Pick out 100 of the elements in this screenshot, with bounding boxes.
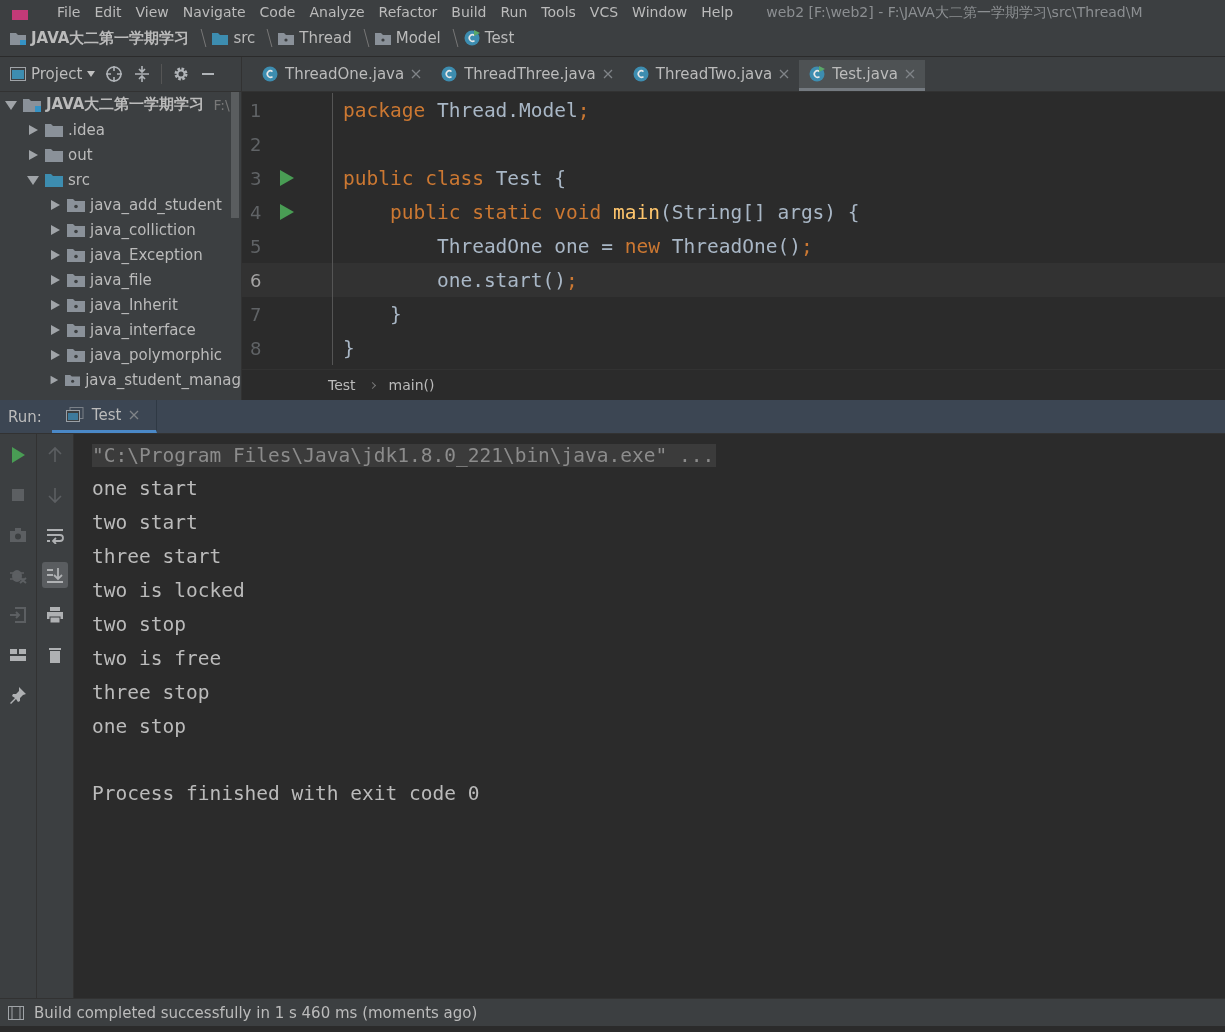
panel-toggle-icon[interactable] xyxy=(8,1005,24,1020)
menu-item[interactable]: Build xyxy=(444,4,494,20)
console-output: one stop xyxy=(92,714,187,740)
editor-tab[interactable]: ThreadTwo.java xyxy=(622,60,800,91)
console-output: three stop xyxy=(92,680,211,706)
tree-item[interactable]: java_colliction xyxy=(90,220,196,239)
tree-item[interactable]: java_student_manag xyxy=(85,370,241,389)
folder-icon xyxy=(45,172,63,187)
class-icon xyxy=(441,66,458,82)
folder-icon xyxy=(212,31,229,45)
editor-tab[interactable]: Test.java xyxy=(799,60,926,91)
line-number: 1 xyxy=(249,99,263,121)
expand-arrow-icon[interactable] xyxy=(48,198,62,211)
folder-icon xyxy=(23,97,41,112)
run-label: Run: xyxy=(7,407,43,426)
close-icon[interactable] xyxy=(129,410,140,420)
window-title: web2 [F:\web2] - F:\JAVA大二第一学期学习\src\Thread\M xyxy=(766,4,1143,20)
console-command: "C:\Program Files\Java\jdk1.8.0_221\bin\java.exe" ... xyxy=(92,443,717,467)
class-icon xyxy=(809,66,826,82)
breadcrumb-item[interactable]: JAVA大二第一学期学习 xyxy=(10,28,190,48)
close-icon[interactable] xyxy=(602,69,613,79)
expand-arrow-icon[interactable] xyxy=(48,373,60,386)
expand-arrow-icon[interactable] xyxy=(26,123,40,136)
expand-arrow-icon[interactable] xyxy=(26,173,40,186)
folder-icon xyxy=(67,197,85,212)
tree-item[interactable]: src xyxy=(68,170,90,189)
tree-item[interactable]: java_interface xyxy=(90,320,196,339)
line-number: 5 xyxy=(249,235,263,257)
tree-item[interactable]: JAVA大二第一学期学习 xyxy=(46,95,205,114)
menu-item[interactable]: Window xyxy=(625,4,695,20)
code-text: package Thread.Model; xyxy=(343,98,590,122)
menu-item[interactable]: Analyze xyxy=(302,4,372,20)
console-icon xyxy=(65,407,84,423)
close-icon[interactable] xyxy=(411,69,422,79)
folder-icon xyxy=(67,297,85,312)
folder-icon xyxy=(45,122,63,137)
expand-arrow-icon[interactable] xyxy=(48,248,62,261)
expand-arrow-icon[interactable] xyxy=(48,223,62,236)
tree-item[interactable]: java_Exception xyxy=(90,245,203,264)
tree-item[interactable]: java_file xyxy=(90,270,152,289)
menu-item[interactable]: Edit xyxy=(87,4,129,20)
console-output: two is locked xyxy=(92,578,246,604)
editor-tab[interactable]: ThreadThree.java xyxy=(431,60,623,91)
expand-arrow-icon[interactable] xyxy=(48,298,62,311)
expand-arrow-icon[interactable] xyxy=(4,98,18,111)
breadcrumb-item[interactable]: Model xyxy=(374,29,441,47)
folder-icon xyxy=(67,322,85,337)
breadcrumb-item[interactable]: Test xyxy=(463,29,515,47)
code-text: one.start(); xyxy=(435,268,578,292)
menu-item[interactable]: View xyxy=(128,4,176,20)
scroll-end-icon[interactable] xyxy=(42,562,68,588)
breadcrumb-item[interactable]: src xyxy=(212,29,256,47)
menu-item[interactable]: Navigate xyxy=(175,4,253,20)
line-number: 2 xyxy=(249,133,263,155)
project-path: F:\ xyxy=(213,96,230,113)
expand-arrow-icon[interactable] xyxy=(26,148,40,161)
tree-item[interactable]: java_Inherit xyxy=(90,295,178,314)
breadcrumb-item[interactable]: Thread xyxy=(278,29,352,47)
menu-item[interactable]: VCS xyxy=(582,4,626,20)
menu-item[interactable]: Help xyxy=(694,4,741,20)
folder-icon xyxy=(64,372,81,387)
menu-item[interactable]: Tools xyxy=(534,4,583,20)
caret-icon xyxy=(87,71,96,77)
tree-item[interactable]: java_polymorphic xyxy=(90,345,223,364)
line-number: 3 xyxy=(249,167,263,189)
console-output: two is free xyxy=(92,646,223,672)
run-icon[interactable] xyxy=(280,204,294,220)
folder-icon xyxy=(67,347,85,362)
code-text: } xyxy=(388,302,402,326)
breadcrumb-item[interactable]: Test xyxy=(328,377,356,393)
window-icon xyxy=(10,67,26,81)
expand-arrow-icon[interactable] xyxy=(48,323,62,336)
scrollbar-thumb[interactable] xyxy=(231,92,239,218)
close-icon[interactable] xyxy=(779,69,790,79)
tree-item[interactable]: .idea xyxy=(68,120,105,139)
tree-item[interactable]: out xyxy=(68,145,93,164)
code-text: public class Test { xyxy=(343,166,567,190)
editor-tab[interactable]: ThreadOne.java xyxy=(252,60,432,91)
expand-arrow-icon[interactable] xyxy=(48,273,62,286)
menu-item[interactable]: File xyxy=(50,4,88,20)
status-message: Build completed successfully in 1 s 460 ms (moments ago) xyxy=(34,1003,478,1022)
console-output: three start xyxy=(92,544,223,570)
folder-icon xyxy=(67,247,85,262)
project-view-dropdown[interactable]: Project xyxy=(10,65,96,83)
code-text: public static void main(String[] args) { xyxy=(388,200,860,224)
breadcrumb-item[interactable]: main() xyxy=(388,377,435,393)
line-number: 7 xyxy=(249,303,263,325)
code-text: } xyxy=(343,336,355,360)
run-tab[interactable]: Test xyxy=(51,400,157,433)
target-icon[interactable] xyxy=(105,65,124,83)
collapse-icon[interactable] xyxy=(133,65,152,83)
console-output: two stop xyxy=(92,612,187,638)
console-output: two start xyxy=(92,510,199,536)
tree-item[interactable]: java_add_student xyxy=(90,195,222,214)
expand-arrow-icon[interactable] xyxy=(48,348,62,361)
menu-item[interactable]: Run xyxy=(493,4,535,20)
menu-item[interactable]: Code xyxy=(252,4,303,20)
menu-item[interactable]: Refactor xyxy=(371,4,445,20)
run-icon[interactable] xyxy=(280,170,294,186)
line-number: 8 xyxy=(249,337,263,359)
